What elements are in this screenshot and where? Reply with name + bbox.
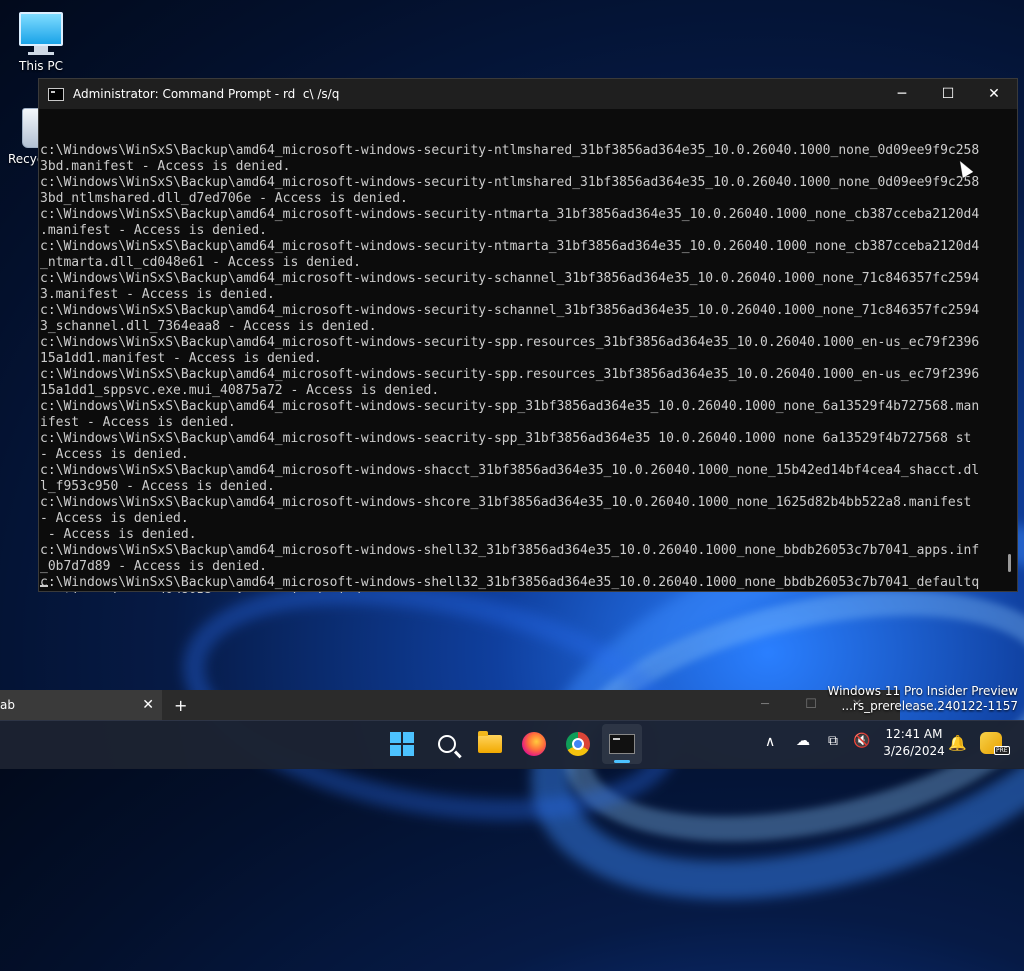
- cmd-app-icon: [48, 87, 64, 101]
- console-line: c:\Windows\WinSxS\Backup\amd64_microsoft…: [40, 575, 980, 590]
- window-title: Administrator: Command Prompt - rd c\ /s…: [73, 87, 340, 101]
- preview-badge: PRE: [994, 746, 1010, 755]
- console-line: c:\Windows\WinSxS\Backup\amd64_microsoft…: [40, 239, 980, 254]
- desktop-icon-label: This PC: [19, 59, 63, 73]
- folder-icon: [478, 731, 502, 753]
- console-line: - Access is denied.: [40, 447, 189, 462]
- console-line: c:\Windows\WinSxS\Backup\amd64_microsoft…: [40, 271, 980, 286]
- close-button[interactable]: ✕: [971, 79, 1017, 109]
- console-line: _ntmarta.dll_cd048e61 - Access is denied…: [40, 255, 361, 270]
- search-icon: [438, 735, 456, 753]
- console-line: c:\Windows\WinSxS\Backup\amd64_microsoft…: [40, 543, 980, 558]
- minimize-button[interactable]: ─: [742, 690, 788, 720]
- new-tab-button[interactable]: +: [174, 696, 187, 715]
- console-line: uestions.json_ad0d8052 - Access is denie…: [40, 591, 1017, 593]
- terminal-button[interactable]: [602, 724, 642, 764]
- console-line: c:\Windows\WinSxS\Backup\amd64_microsoft…: [40, 431, 972, 446]
- clock-date: 3/26/2024: [883, 744, 945, 758]
- console-line: ifest - Access is denied.: [40, 415, 236, 430]
- console-line: .manifest - Access is denied.: [40, 223, 267, 238]
- firefox-button[interactable]: [514, 724, 554, 764]
- console-output[interactable]: c:\Windows\WinSxS\Backup\amd64_microsoft…: [39, 109, 1017, 593]
- console-line: c:\Windows\WinSxS\Backup\amd64_microsoft…: [40, 207, 980, 222]
- console-line: 15a1dd1_sppsvc.exe.mui_40875a72 - Access…: [40, 383, 440, 398]
- console-line: c:\Windows\WinSxS\Backup\amd64_microsoft…: [40, 463, 980, 478]
- chrome-button[interactable]: [558, 724, 598, 764]
- show-hidden-icons-chevron-icon[interactable]: ∧: [765, 734, 775, 750]
- console-line: c:\Windows\WinSxS\Backup\amd64_microsoft…: [40, 495, 972, 510]
- windows-logo-icon: [390, 732, 414, 756]
- scrollbar-thumb[interactable]: [1008, 554, 1011, 572]
- console-line: 3_schannel.dll_7364eaa8 - Access is deni…: [40, 319, 377, 334]
- window-titlebar[interactable]: Administrator: Command Prompt - rd c\ /s…: [39, 79, 1017, 109]
- monitor-icon: [4, 12, 78, 55]
- watermark-build: ...rs_prerelease.240122-1157: [841, 699, 1018, 713]
- watermark-edition: Windows 11 Pro Insider Preview: [827, 684, 1018, 698]
- firefox-icon: [522, 732, 546, 756]
- terminal-icon: [609, 734, 635, 754]
- console-line: - Access is denied.: [40, 511, 189, 526]
- notification-bell-icon[interactable]: 🔔: [948, 734, 967, 752]
- browser-tab[interactable]: ab ✕: [0, 690, 162, 720]
- console-line: c:\Windows\WinSxS\Backup\amd64_microsoft…: [40, 175, 980, 190]
- network-icon[interactable]: ⧉: [828, 733, 838, 749]
- tab-label: ab: [0, 698, 15, 712]
- console-line: l_f953c950 - Access is denied.: [40, 479, 275, 494]
- console-line: c:\Windows\WinSxS\Backup\amd64_microsoft…: [40, 367, 980, 382]
- system-clock[interactable]: 12:41 AM 3/26/2024: [876, 726, 952, 760]
- command-prompt-window[interactable]: Administrator: Command Prompt - rd c\ /s…: [38, 78, 1018, 593]
- console-line: _0b7d7d89 - Access is denied.: [40, 559, 267, 574]
- console-line: 3bd.manifest - Access is denied.: [40, 159, 291, 174]
- tab-close-icon[interactable]: ✕: [142, 697, 154, 713]
- console-line: - Access is denied.: [40, 527, 197, 542]
- console-line: c:\Windows\WinSxS\Backup\amd64_microsoft…: [40, 143, 980, 158]
- console-line: 3.manifest - Access is denied.: [40, 287, 275, 302]
- console-line: c:\Windows\WinSxS\Backup\amd64_microsoft…: [40, 335, 980, 350]
- file-explorer-button[interactable]: [470, 724, 510, 764]
- text-cursor: [40, 585, 48, 587]
- background-window-tabbar[interactable]: ab ✕ + ─ ☐ ✕: [0, 690, 900, 720]
- maximize-button[interactable]: ☐: [925, 79, 971, 109]
- console-line: 15a1dd1.manifest - Access is denied.: [40, 351, 322, 366]
- onedrive-icon[interactable]: ☁: [796, 733, 810, 749]
- console-line: c:\Windows\WinSxS\Backup\amd64_microsoft…: [40, 399, 980, 414]
- clock-time: 12:41 AM: [885, 727, 943, 741]
- chrome-icon: [566, 732, 590, 756]
- console-line: 3bd_ntlmshared.dll_d7ed706e - Access is …: [40, 191, 408, 206]
- volume-muted-icon[interactable]: 🔇: [853, 733, 870, 749]
- desktop-icon-this-pc[interactable]: This PC: [4, 8, 78, 73]
- console-line: c:\Windows\WinSxS\Backup\amd64_microsoft…: [40, 303, 980, 318]
- minimize-button[interactable]: ─: [879, 79, 925, 109]
- start-button[interactable]: [382, 724, 422, 764]
- active-app-indicator: [614, 760, 630, 763]
- search-button[interactable]: [427, 724, 467, 764]
- os-watermark: Windows 11 Pro Insider Preview ...rs_pre…: [827, 684, 1018, 714]
